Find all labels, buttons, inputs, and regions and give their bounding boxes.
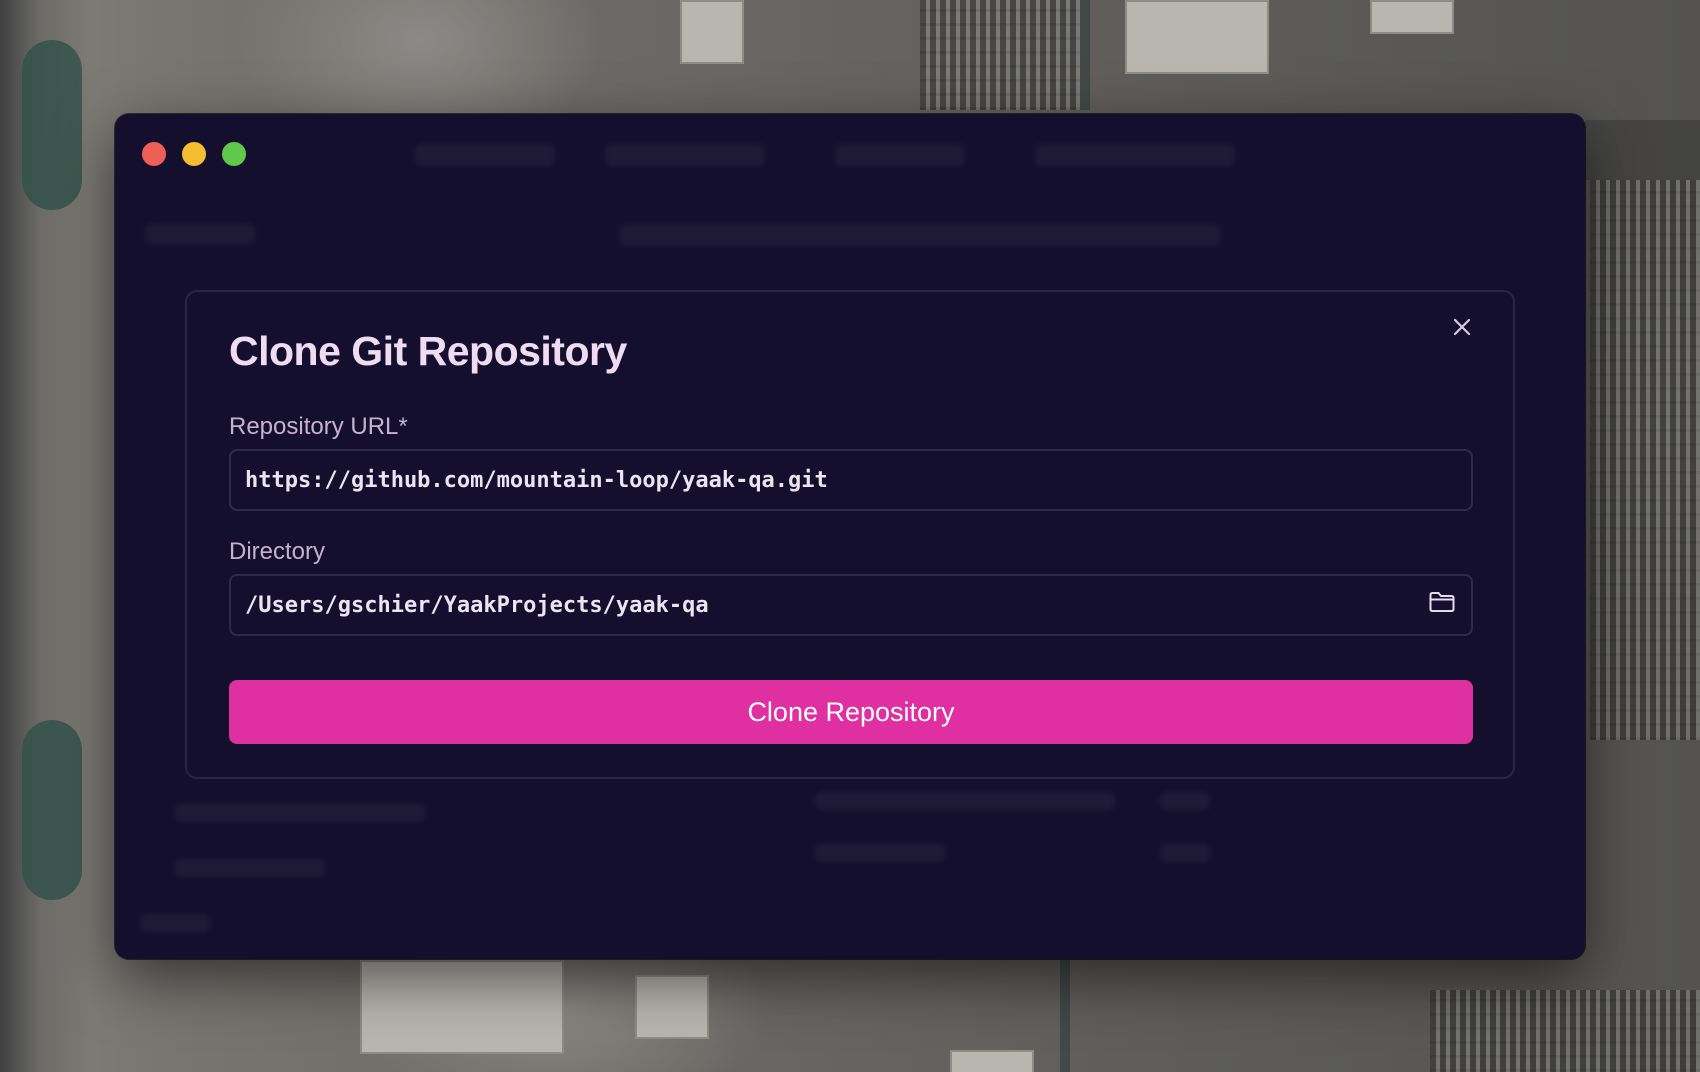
window-controls xyxy=(142,142,246,166)
browse-directory-button[interactable] xyxy=(1427,590,1457,620)
background-content xyxy=(175,804,425,822)
clone-repository-dialog: Clone Git Repository Repository URL* htt… xyxy=(185,290,1515,779)
background-content xyxy=(815,844,945,862)
window-maximize-button[interactable] xyxy=(222,142,246,166)
window-close-button[interactable] xyxy=(142,142,166,166)
repository-url-value: https://github.com/mountain-loop/yaak-qa… xyxy=(245,467,828,493)
app-window: Clone Git Repository Repository URL* htt… xyxy=(115,114,1585,959)
background-content xyxy=(620,224,1220,246)
close-icon xyxy=(1452,317,1472,342)
directory-label: Directory xyxy=(229,538,326,565)
dialog-title: Clone Git Repository xyxy=(229,328,627,374)
background-content xyxy=(835,144,965,166)
background-content xyxy=(1160,844,1210,862)
directory-value: /Users/gschier/YaakProjects/yaak-qa xyxy=(245,592,709,618)
background-content xyxy=(1035,144,1235,166)
background-content xyxy=(1160,792,1210,810)
background-content xyxy=(145,224,255,244)
directory-input[interactable]: /Users/gschier/YaakProjects/yaak-qa xyxy=(229,574,1473,636)
window-minimize-button[interactable] xyxy=(182,142,206,166)
background-content xyxy=(605,144,765,166)
repository-url-input[interactable]: https://github.com/mountain-loop/yaak-qa… xyxy=(229,449,1473,511)
repository-url-label: Repository URL* xyxy=(229,413,408,440)
background-content xyxy=(415,144,555,166)
close-dialog-button[interactable] xyxy=(1445,312,1479,346)
folder-icon xyxy=(1428,590,1456,620)
background-content xyxy=(815,792,1115,810)
clone-repository-button[interactable]: Clone Repository xyxy=(229,680,1473,744)
background-content xyxy=(175,859,325,877)
background-content xyxy=(140,914,210,932)
